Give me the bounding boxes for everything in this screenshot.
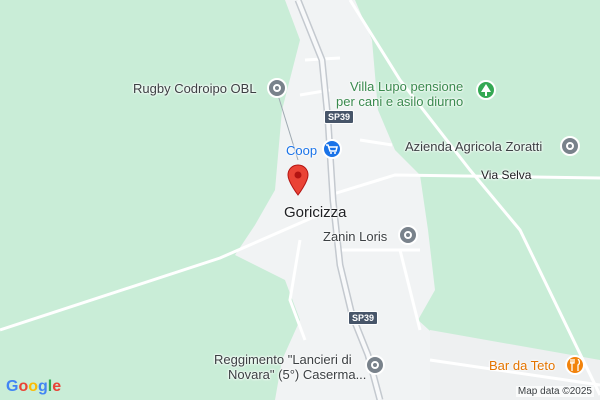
google-logo: Google — [6, 378, 61, 396]
place-label-zanin[interactable]: Zanin Loris — [323, 229, 387, 244]
place-label-bar[interactable]: Bar da Teto — [489, 358, 555, 373]
shopping-cart-icon[interactable] — [322, 139, 342, 159]
place-label-villa-line1[interactable]: Villa Lupo pensione — [350, 79, 463, 94]
town-label[interactable]: Goricizza — [284, 205, 347, 220]
pin-circle-icon[interactable] — [398, 225, 418, 245]
tree-icon[interactable] — [476, 80, 496, 100]
pin-circle-icon[interactable] — [560, 136, 580, 156]
place-label-reggimento-line2[interactable]: Novara" (5°) Caserma... — [228, 367, 366, 382]
road-label-via-selva: Via Selva — [481, 168, 532, 182]
location-pin-icon[interactable] — [287, 164, 309, 201]
logo-text: Google — [6, 378, 62, 395]
pin-circle-icon[interactable] — [267, 78, 287, 98]
map-attribution[interactable]: Map data ©2025 — [515, 386, 594, 397]
place-label-coop[interactable]: Coop — [286, 143, 317, 158]
road-shield-sp39: SP39 — [324, 110, 355, 124]
place-label-villa-line2[interactable]: per cani e asilo diurno — [336, 94, 463, 109]
place-label-azienda[interactable]: Azienda Agricola Zoratti — [405, 139, 542, 154]
fork-knife-icon[interactable] — [565, 355, 585, 375]
place-label-rugby[interactable]: Rugby Codroipo OBL — [133, 81, 257, 96]
town-area — [235, 0, 445, 400]
pin-circle-icon[interactable] — [365, 355, 385, 375]
map-canvas[interactable]: Rugby Codroipo OBL Villa Lupo pensione p… — [0, 0, 600, 400]
place-label-reggimento-line1[interactable]: Reggimento "Lancieri di — [214, 352, 352, 367]
road-shield-sp39: SP39 — [348, 311, 379, 325]
